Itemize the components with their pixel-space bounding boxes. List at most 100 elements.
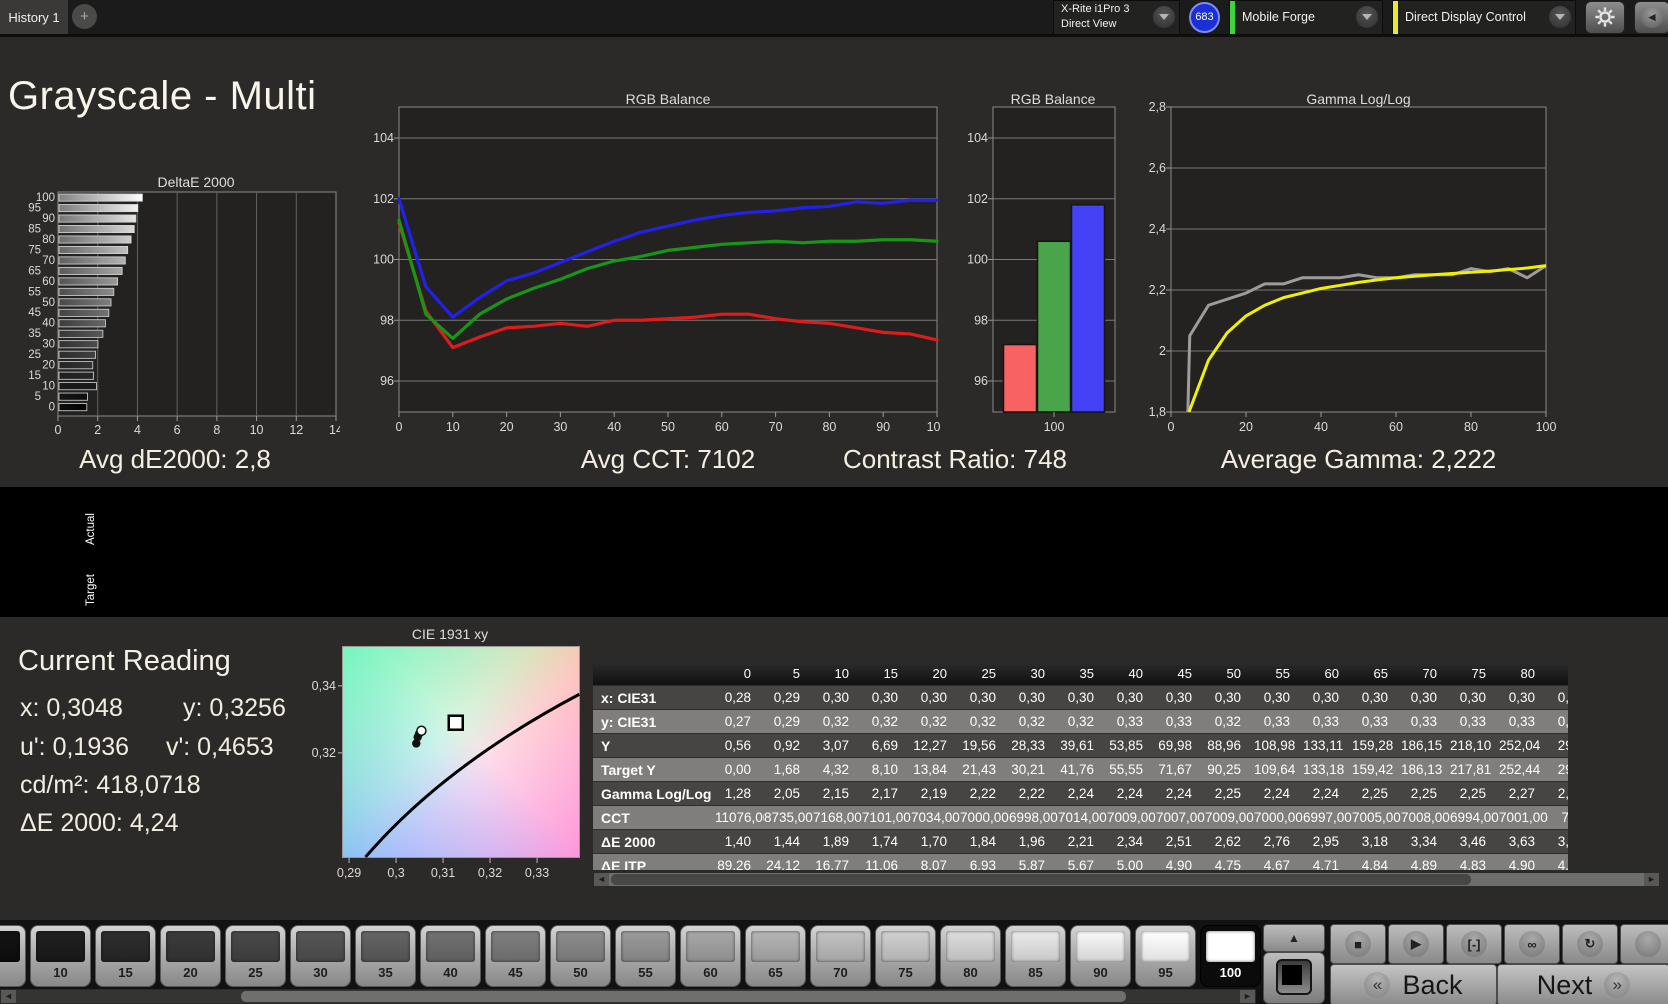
level-button-50[interactable]: 50 [550,925,611,987]
table-cell: 0,33 [1303,709,1352,734]
level-button-85[interactable]: 85 [1005,925,1066,987]
levels-scrollbar[interactable]: ◄ ► [0,989,1256,1004]
table-cell: 7009,00 [1205,805,1254,830]
chevron-down-icon[interactable] [1153,6,1175,28]
single-measure-button[interactable]: [-] [1446,924,1502,964]
stop-button[interactable]: ■ [1330,924,1386,964]
svg-text:15: 15 [28,370,41,382]
level-button-20[interactable]: 20 [160,925,221,987]
back-button[interactable]: « Back [1330,964,1497,1004]
next-button[interactable]: Next » [1497,964,1668,1004]
refresh-button[interactable]: ↻ [1562,924,1618,964]
chevron-left-icon: ◄ [1641,6,1663,28]
table-cell: 133,18 [1303,757,1352,782]
scroll-right-icon[interactable]: ► [1240,990,1255,1003]
scroll-left-icon[interactable]: ◄ [594,873,609,886]
level-button-35[interactable]: 35 [355,925,416,987]
table-scrollbar-thumb[interactable] [611,874,1471,885]
level-button-30[interactable]: 30 [290,925,351,987]
level-patch [621,931,670,962]
play-button[interactable]: ▶ [1388,924,1444,964]
pattern-window-button[interactable] [1263,952,1325,1004]
source-selector[interactable]: Mobile Forge [1229,0,1383,35]
level-button-65[interactable]: 65 [745,925,806,987]
svg-text:100: 100 [1536,420,1557,434]
table-cell: 0,33 [1401,709,1450,734]
svg-text:20: 20 [500,420,514,434]
level-button-100[interactable]: 100 [1200,925,1261,987]
measurement-table: 0510152025303540455055606570758085x: CIE… [593,662,1568,870]
level-label: 30 [313,965,328,980]
chevron-down-icon[interactable] [1549,6,1571,28]
level-button-90[interactable]: 90 [1070,925,1131,987]
collapse-panel-button[interactable]: ◄ [1634,0,1668,34]
level-button-5[interactable]: 5 [0,925,26,987]
level-patch [0,931,20,962]
level-button-45[interactable]: 45 [485,925,546,987]
levels-scrollbar-thumb[interactable] [241,991,1126,1002]
table-cell: 1,68 [764,757,813,782]
column-header-20: 20 [911,662,960,686]
meter-selector[interactable]: X-Rite i1Pro 3 Direct View [1053,0,1180,35]
table-cell: 0,30 [1450,685,1499,710]
table-cell: 2,22 [1009,781,1058,806]
table-cell: 0,27 [715,709,764,734]
level-button-10[interactable]: 10 [30,925,91,987]
level-button-75[interactable]: 75 [875,925,936,987]
row-label: ΔE 2000 [593,829,715,854]
level-button-40[interactable]: 40 [420,925,481,987]
chevron-down-icon[interactable] [1356,6,1378,28]
level-button-80[interactable]: 80 [940,925,1001,987]
level-button-60[interactable]: 60 [680,925,741,987]
level-label: 50 [573,965,588,980]
svg-text:40: 40 [1314,420,1328,434]
level-patch [751,931,800,962]
meter-name: X-Rite i1Pro 3 [1061,3,1130,16]
level-patch [556,931,605,962]
table-cell: 0,30 [1352,685,1401,710]
table-cell: 8,10 [862,757,911,782]
divider [0,34,1668,37]
table-cell: 12,27 [911,733,960,758]
table-cell: 0,33 [1499,709,1548,734]
scroll-right-icon[interactable]: ► [1644,873,1659,886]
table-cell: 1,70 [911,829,960,854]
display-control-selector[interactable]: Direct Display Control [1392,0,1576,35]
svg-text:1,8: 1,8 [1149,405,1166,419]
svg-text:80: 80 [822,420,836,434]
blank-button[interactable] [1620,924,1668,964]
tab-history-1[interactable]: History 1 [0,0,68,34]
table-cell: 159,28 [1352,733,1401,758]
svg-text:8: 8 [213,423,220,437]
level-button-15[interactable]: 15 [95,925,156,987]
level-button-95[interactable]: 95 [1135,925,1196,987]
level-button-70[interactable]: 70 [810,925,871,987]
table-cell: 3,07 [813,733,862,758]
settings-button[interactable] [1585,0,1625,34]
table-cell: 1,89 [813,829,862,854]
reading-v: v': 0,4653 [166,733,274,761]
table-scrollbar[interactable]: ◄ ► [593,872,1660,887]
add-tab-button[interactable]: + [72,4,97,29]
pattern-up-button[interactable]: ▲ [1263,924,1325,952]
table-cell: 30,21 [1009,757,1058,782]
scroll-left-icon[interactable]: ◄ [1,990,16,1003]
svg-text:75: 75 [28,244,41,256]
row-label: CCT [593,805,715,830]
table-cell: 217,81 [1450,757,1499,782]
svg-text:10: 10 [42,381,55,393]
table-cell: 0,29 [764,685,813,710]
level-button-25[interactable]: 25 [225,925,286,987]
level-button-55[interactable]: 55 [615,925,676,987]
table-cell: 2,24 [1156,781,1205,806]
continuous-button[interactable]: ∞ [1504,924,1560,964]
table-cell: 0,30 [1009,685,1058,710]
svg-text:4: 4 [134,423,141,437]
level-patch [101,931,150,962]
table-cell: 252,04 [1499,733,1548,758]
level-label: 85 [1028,965,1043,980]
table-cell: 0,28 [715,685,764,710]
level-label: 90 [1093,965,1108,980]
table-cell: 3,18 [1352,829,1401,854]
table-cell: 2,25 [1205,781,1254,806]
